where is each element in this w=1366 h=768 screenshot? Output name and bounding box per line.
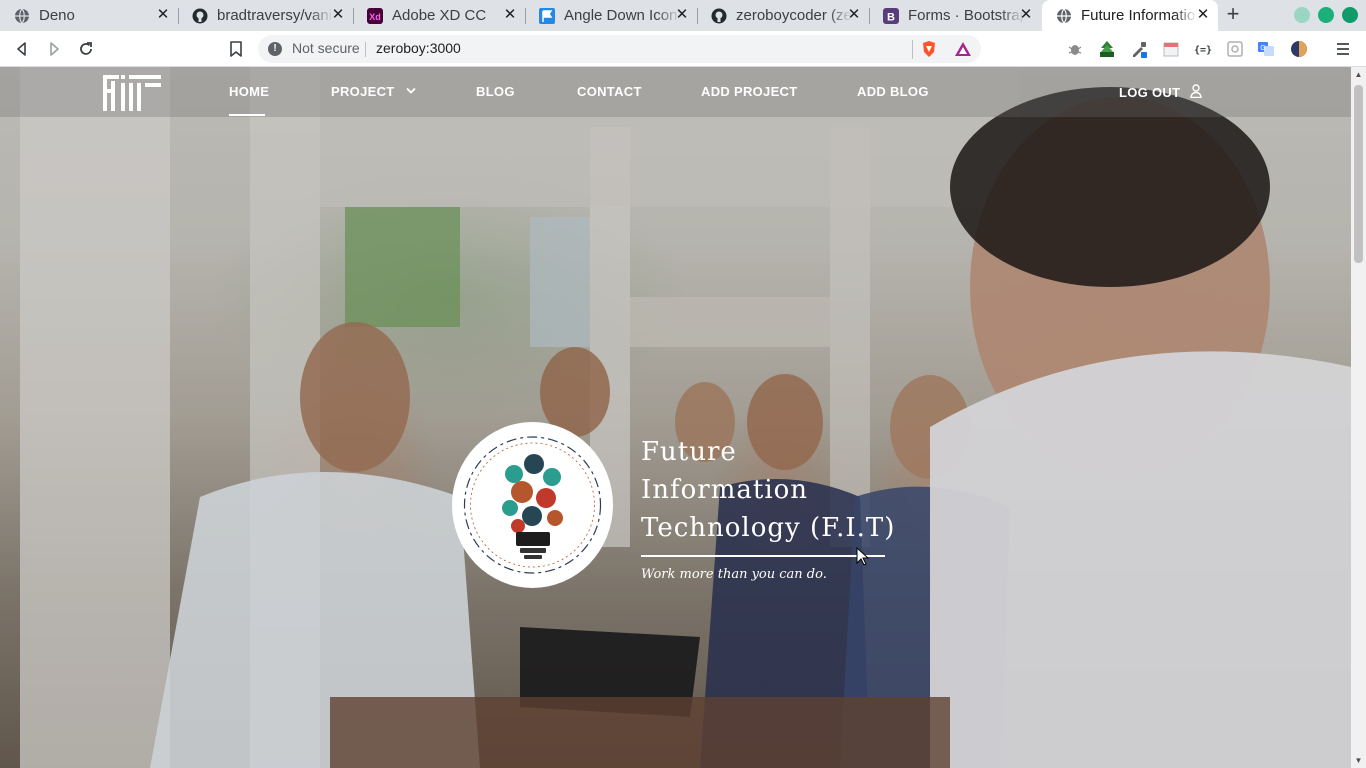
nav-add-blog[interactable]: ADD BLOG xyxy=(857,84,929,99)
color-picker-icon[interactable] xyxy=(1130,40,1148,58)
logout-button[interactable]: LOG OUT xyxy=(1119,84,1202,100)
nav-add-project[interactable]: ADD PROJECT xyxy=(701,84,797,99)
active-nav-indicator xyxy=(229,114,265,116)
tab-deno[interactable]: Deno ✕ xyxy=(0,0,178,31)
hero-title-line: Future xyxy=(641,437,737,467)
scrollbar-thumb[interactable] xyxy=(1354,85,1363,263)
brave-shield-icon[interactable] xyxy=(920,40,938,58)
globe-icon xyxy=(14,8,30,24)
github-icon xyxy=(192,8,208,24)
address-bar[interactable]: ! Not secure zeroboy:3000 xyxy=(258,35,981,63)
fit-logo[interactable] xyxy=(103,75,161,111)
github-icon xyxy=(711,8,727,24)
bug-extension-icon[interactable] xyxy=(1066,40,1084,58)
tab-title: zeroboycoder (zeroboycoder) xyxy=(736,7,852,24)
translate-icon[interactable]: G xyxy=(1257,40,1275,58)
brave-rewards-icon[interactable] xyxy=(954,40,972,58)
globe-icon xyxy=(1056,8,1072,24)
forward-icon xyxy=(50,42,59,56)
scroll-up-arrow-icon[interactable]: ▲ xyxy=(1354,70,1363,79)
tab-title: Forms · Bootstrap xyxy=(908,7,1024,24)
tab-title: bradtraversy/vanilla xyxy=(217,7,333,24)
close-icon[interactable]: ✕ xyxy=(1019,7,1033,22)
logout-label: LOG OUT xyxy=(1119,85,1181,100)
tab-strip: Deno ✕ bradtraversy/vanilla ✕ Xd Adobe X… xyxy=(0,0,1366,31)
browser-toolbar: ! Not secure zeroboy:3000 {=} G xyxy=(0,31,1366,67)
close-icon[interactable]: ✕ xyxy=(847,7,861,22)
tab-zeroboycoder[interactable]: zeroboycoder (zeroboycoder) ✕ xyxy=(697,0,869,31)
tab-title: Deno xyxy=(39,7,75,24)
menu-icon[interactable] xyxy=(1334,40,1352,58)
nav-project-dropdown[interactable]: PROJECT xyxy=(331,84,417,99)
back-button[interactable] xyxy=(12,39,32,59)
tab-angle-down[interactable]: Angle Down Icon ✕ xyxy=(525,0,697,31)
svg-text:G: G xyxy=(1260,45,1265,52)
hero-section: HOME PROJECT BLOG CONTACT ADD PROJECT AD… xyxy=(0,67,1351,768)
svg-text:B: B xyxy=(887,11,895,23)
security-status: Not secure xyxy=(292,40,360,56)
reload-icon xyxy=(80,42,92,55)
close-icon[interactable]: ✕ xyxy=(156,7,170,22)
close-icon[interactable]: ✕ xyxy=(503,7,517,22)
tab-future-information-technology[interactable]: Future Information Technology ✕ xyxy=(1042,0,1218,31)
site-navbar: HOME PROJECT BLOG CONTACT ADD PROJECT AD… xyxy=(0,67,1351,117)
bookmark-icon xyxy=(230,41,242,57)
hero-title-line: Information xyxy=(641,475,809,505)
close-icon[interactable]: ✕ xyxy=(675,7,689,22)
scroll-down-arrow-icon[interactable]: ▼ xyxy=(1354,756,1363,765)
adobe-xd-icon: Xd xyxy=(367,7,383,24)
nav-contact[interactable]: CONTACT xyxy=(577,84,642,99)
divider xyxy=(912,40,913,59)
bootstrap-icon: B xyxy=(883,7,899,24)
tab-title: Adobe XD CC xyxy=(392,7,487,24)
nav-home[interactable]: HOME xyxy=(229,84,269,99)
nav-blog[interactable]: BLOG xyxy=(476,84,515,99)
chevron-down-icon xyxy=(406,87,417,94)
ruler-extension-icon[interactable] xyxy=(1226,40,1244,58)
forward-button[interactable] xyxy=(44,39,64,59)
reload-button[interactable] xyxy=(76,39,96,59)
hero-overlay xyxy=(0,67,1351,768)
divider xyxy=(365,42,366,57)
bookmark-button[interactable] xyxy=(226,39,246,59)
window-minimize-button[interactable] xyxy=(1294,7,1310,23)
window-maximize-button[interactable] xyxy=(1318,7,1334,23)
close-icon[interactable]: ✕ xyxy=(331,7,345,22)
hero-title: Future Information Technology (F.I.T) xyxy=(641,433,901,547)
html-extension-icon[interactable] xyxy=(1098,40,1116,58)
close-icon[interactable]: ✕ xyxy=(1196,7,1210,22)
hero-title-line: Technology (F.I.T) xyxy=(641,513,896,543)
tab-bootstrap-forms[interactable]: B Forms · Bootstrap ✕ xyxy=(869,0,1041,31)
mouse-cursor-icon xyxy=(856,547,870,566)
user-icon xyxy=(1190,84,1202,99)
url-text[interactable]: zeroboy:3000 xyxy=(376,40,461,56)
json-viewer-icon[interactable]: {=} xyxy=(1194,40,1212,58)
new-tab-button[interactable]: + xyxy=(1222,3,1244,26)
fit-emblem-logo xyxy=(452,422,613,588)
page-scrollbar[interactable]: ▲ ▼ xyxy=(1351,67,1366,768)
svg-text:{=}: {=} xyxy=(1194,45,1212,56)
tab-bradtraversy[interactable]: bradtraversy/vanilla ✕ xyxy=(178,0,353,31)
flag-icon xyxy=(539,7,555,24)
info-icon[interactable]: ! xyxy=(268,42,282,56)
window-close-button[interactable] xyxy=(1342,7,1358,23)
tab-title: Future Information Technology xyxy=(1081,7,1197,24)
hero-tagline: Work more than you can do. xyxy=(641,567,827,582)
tab-adobe-xd[interactable]: Xd Adobe XD CC ✕ xyxy=(353,0,525,31)
hero-divider xyxy=(641,555,885,557)
profile-avatar-icon[interactable] xyxy=(1290,40,1308,58)
nav-project-label: PROJECT xyxy=(331,84,395,99)
svg-text:Xd: Xd xyxy=(369,12,381,22)
tab-title: Angle Down Icon xyxy=(564,7,678,24)
back-icon xyxy=(17,42,26,56)
calendar-extension-icon[interactable] xyxy=(1162,40,1180,58)
